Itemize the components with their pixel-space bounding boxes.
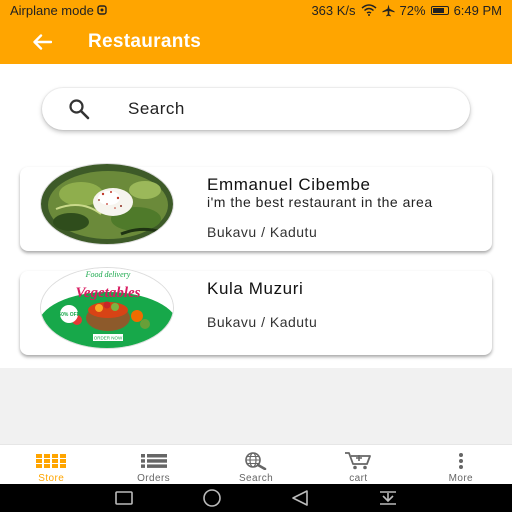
nav-label: Orders bbox=[137, 473, 171, 484]
flyer-button-text: ORDER NOW bbox=[94, 336, 123, 341]
restaurant-location: Bukavu / Kadutu bbox=[207, 224, 318, 240]
battery-percent: 72% bbox=[399, 2, 426, 18]
arrow-left-icon bbox=[33, 34, 52, 50]
search-bar[interactable] bbox=[42, 88, 470, 130]
restaurant-image bbox=[40, 163, 174, 245]
nav-search[interactable]: Search bbox=[205, 445, 307, 484]
nav-orders[interactable]: Orders bbox=[102, 445, 204, 484]
back-button[interactable] bbox=[22, 20, 62, 64]
circle-icon bbox=[203, 489, 221, 507]
recent-apps-button[interactable] bbox=[109, 486, 139, 510]
restaurant-description: i'm the best restaurant in the area bbox=[207, 194, 433, 210]
search-input[interactable] bbox=[128, 99, 428, 119]
home-button[interactable] bbox=[197, 486, 227, 510]
globe-search-icon bbox=[243, 451, 269, 471]
more-vertical-icon bbox=[458, 451, 464, 471]
download-icon bbox=[380, 491, 396, 505]
restaurant-card[interactable]: Food delivery Vegetables 50% OFF ORDER N… bbox=[20, 267, 492, 355]
system-navigation-bar bbox=[0, 484, 512, 512]
airplane-mode-text: Airplane mode bbox=[10, 2, 94, 18]
nav-label: cart bbox=[349, 473, 368, 484]
list-icon bbox=[140, 451, 167, 471]
nav-label: More bbox=[448, 473, 474, 484]
store-grid-icon bbox=[36, 451, 67, 471]
nav-cart[interactable]: cart bbox=[307, 445, 409, 484]
battery-icon bbox=[430, 5, 449, 15]
cart-icon bbox=[344, 451, 372, 471]
empty-area bbox=[0, 368, 512, 444]
nav-store[interactable]: Store bbox=[0, 445, 102, 484]
search-icon[interactable] bbox=[66, 96, 92, 122]
notification-icon bbox=[97, 5, 107, 15]
back-nav-button[interactable] bbox=[285, 486, 315, 510]
restaurant-name: Kula Muzuri bbox=[207, 279, 304, 298]
nav-label: Search bbox=[238, 473, 274, 484]
nav-more[interactable]: More bbox=[410, 445, 512, 484]
status-bar: Airplane mode 363 K/s 72% 6:49 PM bbox=[0, 0, 512, 20]
status-right: 363 K/s 72% 6:49 PM bbox=[311, 3, 502, 18]
wifi-icon bbox=[361, 4, 377, 16]
flyer-top-text: Food delivery bbox=[85, 270, 131, 279]
flyer-badge: 50% OFF bbox=[58, 312, 79, 318]
triangle-back-icon bbox=[292, 490, 308, 506]
network-speed: 363 K/s bbox=[311, 2, 356, 18]
airplane-icon bbox=[382, 3, 395, 16]
restaurant-card[interactable]: Emmanuel Cibembe i'm the best restaurant… bbox=[20, 163, 492, 251]
clock: 6:49 PM bbox=[453, 2, 502, 18]
restaurant-location: Bukavu / Kadutu bbox=[207, 314, 318, 330]
app-bar: Restaurants bbox=[0, 20, 512, 64]
restaurant-image: Food delivery Vegetables 50% OFF ORDER N… bbox=[40, 267, 174, 349]
bottom-navigation: Store Orders Search cart More bbox=[0, 444, 512, 484]
keyboard-hide-button[interactable] bbox=[373, 486, 403, 510]
restaurant-name: Emmanuel Cibembe bbox=[207, 175, 371, 194]
main-content: Emmanuel Cibembe i'm the best restaurant… bbox=[0, 64, 512, 368]
square-icon bbox=[115, 491, 133, 505]
nav-label: Store bbox=[38, 473, 65, 484]
flyer-headline: Vegetables bbox=[76, 285, 141, 301]
page-title: Restaurants bbox=[88, 31, 202, 52]
status-left: Airplane mode bbox=[10, 3, 107, 18]
